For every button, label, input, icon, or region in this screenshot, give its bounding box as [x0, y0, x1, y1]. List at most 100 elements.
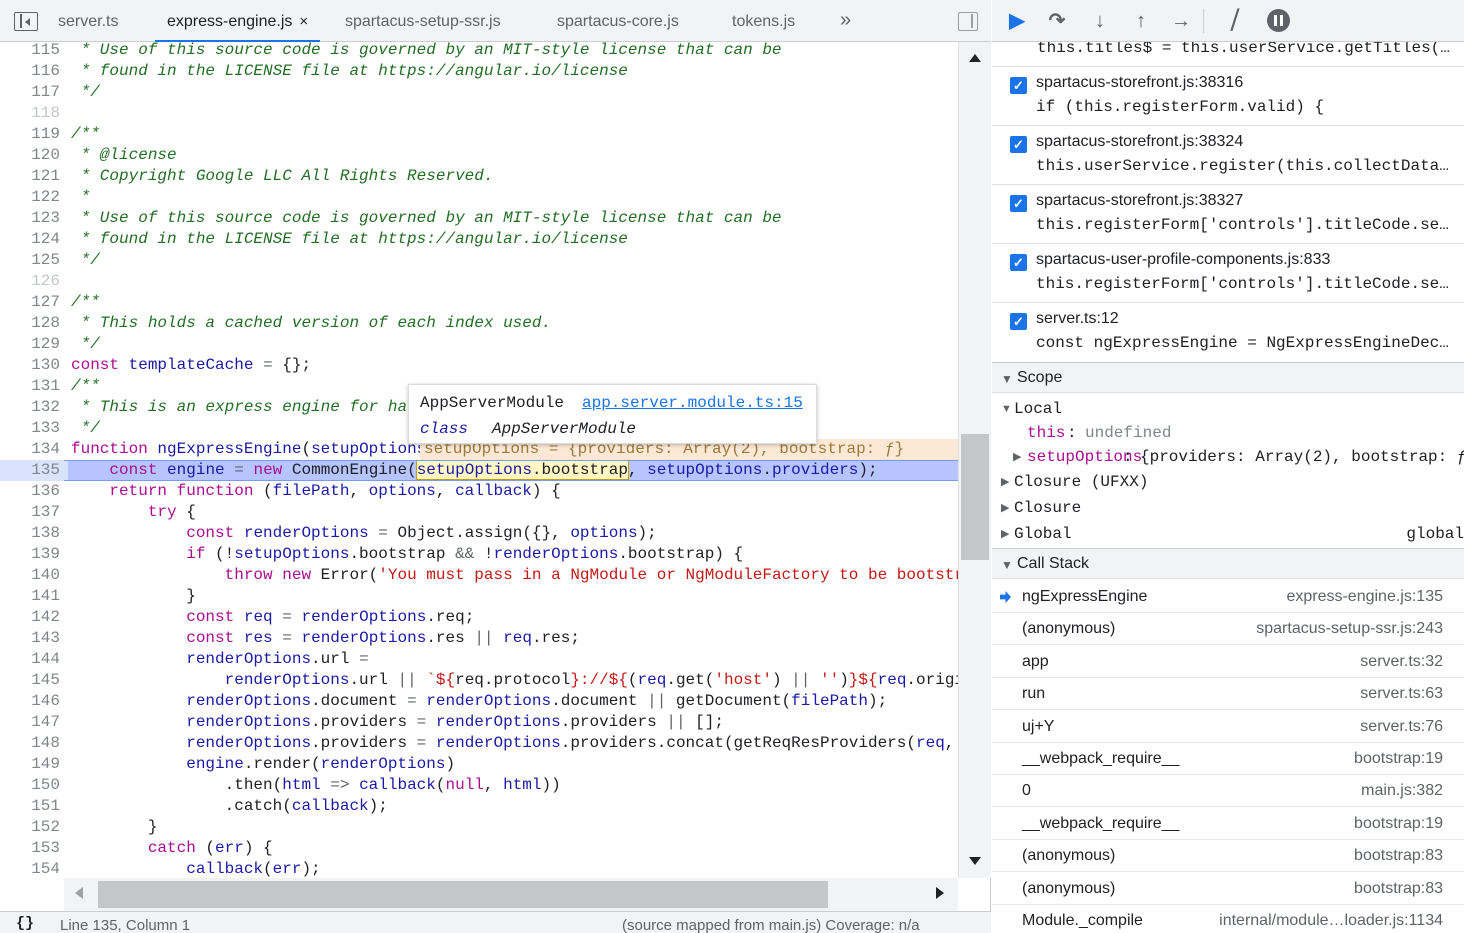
line-number[interactable]: 140	[0, 565, 60, 586]
line-number[interactable]: 123	[0, 208, 60, 229]
line-number[interactable]: 139	[0, 544, 60, 565]
call-frame[interactable]: (anonymous) spartacus-setup-ssr.js:243	[992, 613, 1464, 646]
code-line[interactable]: 119 /**	[0, 124, 958, 145]
scope-global[interactable]: ▶ Global global	[992, 522, 1464, 547]
breakpoint-item[interactable]: ✓ spartacus-storefront.js:38324 this.userS…	[992, 125, 1464, 184]
code-line[interactable]: 142 const req = renderOptions.req;	[0, 607, 958, 628]
checkbox-checked-icon[interactable]: ✓	[1010, 195, 1027, 212]
call-frame[interactable]: __webpack_require__ bootstrap:19	[992, 743, 1464, 775]
code-line[interactable]: 117 */	[0, 82, 958, 103]
line-number[interactable]: 121	[0, 166, 60, 187]
step-over-icon[interactable]: ↷	[1044, 8, 1070, 34]
step-into-icon[interactable]: ↓	[1087, 8, 1113, 34]
call-frame[interactable]: run server.ts:63	[992, 678, 1464, 711]
tab-tokens-js[interactable]: tokens.js	[732, 0, 795, 42]
line-number[interactable]: 150	[0, 775, 60, 796]
scroll-down-icon[interactable]	[969, 857, 981, 865]
scroll-left-icon[interactable]	[75, 887, 83, 899]
code-line[interactable]: 138 const renderOptions = Object.assign(…	[0, 523, 958, 544]
step-out-icon[interactable]: ↑	[1128, 8, 1154, 34]
line-number[interactable]: 119	[0, 124, 60, 145]
code-line[interactable]: 115 * Use of this source code is governe…	[0, 42, 958, 61]
call-frame[interactable]: Module._compile internal/module…loader.js…	[992, 905, 1464, 933]
code-line[interactable]: 144 renderOptions.url =	[0, 649, 958, 670]
horizontal-scrollbar[interactable]	[64, 878, 958, 911]
toggle-navigator-icon[interactable]	[14, 12, 38, 31]
tab-spartacus-setup-ssr-js[interactable]: spartacus-setup-ssr.js	[345, 0, 501, 42]
line-number[interactable]: 127	[0, 292, 60, 313]
code-line[interactable]: 141 }	[0, 586, 958, 607]
code-line[interactable]: 130 const templateCache = {};	[0, 355, 958, 376]
line-number[interactable]: 151	[0, 796, 60, 817]
line-number[interactable]: 148	[0, 733, 60, 754]
step-icon[interactable]: →	[1168, 8, 1194, 34]
code-line[interactable]: 152 }	[0, 817, 958, 838]
scope-closure[interactable]: ▶ Closure	[992, 496, 1464, 521]
line-number[interactable]: 144	[0, 649, 60, 670]
code-line[interactable]: 122 *	[0, 187, 958, 208]
code-line[interactable]: 140 throw new Error('You must pass in a …	[0, 565, 958, 586]
more-tabs-icon[interactable]: »	[840, 9, 851, 32]
code-line[interactable]: 143 const res = renderOptions.res || req…	[0, 628, 958, 649]
scope-setup-options[interactable]: ▶ setupOptions : {providers: Array(2), b…	[992, 445, 1464, 470]
tab-server-ts[interactable]: server.ts	[58, 0, 118, 42]
code-line[interactable]: 124 * found in the LICENSE file at https…	[0, 229, 958, 250]
code-line[interactable]: 150 .then(html => callback(null, html))	[0, 775, 958, 796]
call-frame[interactable]: app server.ts:32	[992, 646, 1464, 678]
line-number[interactable]: 131	[0, 376, 60, 397]
line-number[interactable]: 135	[0, 460, 60, 481]
callstack-section-header[interactable]: ▼ Call Stack	[992, 548, 1464, 579]
code-line[interactable]: 118	[0, 103, 958, 124]
code-line[interactable]: 149 engine.render(renderOptions)	[0, 754, 958, 775]
popover-source-link[interactable]: app.server.module.ts:15	[582, 394, 803, 412]
code-line[interactable]: 121 * Copyright Google LLC All Rights Re…	[0, 166, 958, 187]
code-line[interactable]: 125 */	[0, 250, 958, 271]
line-number[interactable]: 152	[0, 817, 60, 838]
line-number[interactable]: 143	[0, 628, 60, 649]
source-map-info[interactable]: (source mapped from main.js) Coverage: n…	[622, 912, 920, 933]
line-number[interactable]: 116	[0, 61, 60, 82]
line-number[interactable]: 146	[0, 691, 60, 712]
code-line[interactable]: 127 /**	[0, 292, 958, 313]
vertical-scrollbar[interactable]	[958, 42, 991, 878]
breakpoint-item[interactable]: ✓ spartacus-storefront.js:38327 this.regis…	[992, 184, 1464, 243]
code-line[interactable]: 128 * This holds a cached version of eac…	[0, 313, 958, 334]
scope-closure-ufxx[interactable]: ▶ Closure (UFXX)	[992, 470, 1464, 495]
checkbox-checked-icon[interactable]: ✓	[1010, 77, 1027, 94]
code-line[interactable]: 145 renderOptions.url || `${req.protocol…	[0, 670, 958, 691]
tab-express-engine-js[interactable]: express-engine.js ×	[155, 0, 321, 42]
scroll-right-icon[interactable]	[936, 887, 944, 899]
line-number[interactable]: 153	[0, 838, 60, 859]
call-frame[interactable]: (anonymous) bootstrap:83	[992, 840, 1464, 873]
resume-icon[interactable]: ▶	[1004, 8, 1030, 34]
line-number[interactable]: 128	[0, 313, 60, 334]
breakpoint-item[interactable]: ✓ spartacus-storefront.js:38316 if (this.r…	[992, 66, 1464, 125]
close-tab-icon[interactable]: ×	[299, 13, 308, 30]
code-line[interactable]: 136 return function (filePath, options, …	[0, 481, 958, 502]
vertical-scroll-thumb[interactable]	[961, 434, 989, 560]
code-line[interactable]: 153 catch (err) {	[0, 838, 958, 859]
code-line[interactable]: 137 try {	[0, 502, 958, 523]
breakpoint-item[interactable]: ✓ spartacus-user-profile-components.js:83…	[992, 243, 1464, 302]
line-number[interactable]: 126	[0, 271, 60, 292]
tab-spartacus-core-js[interactable]: spartacus-core.js	[557, 0, 679, 42]
line-number[interactable]: 149	[0, 754, 60, 775]
code-line-current[interactable]: 135 const engine = new CommonEngine(setu…	[0, 460, 958, 481]
line-number[interactable]: 147	[0, 712, 60, 733]
code-editor[interactable]: 115 * Use of this source code is governe…	[0, 42, 958, 878]
call-frame[interactable]: (anonymous) bootstrap:83	[992, 873, 1464, 905]
line-number[interactable]: 145	[0, 670, 60, 691]
line-number[interactable]: 130	[0, 355, 60, 376]
code-line[interactable]: 120 * @license	[0, 145, 958, 166]
scope-this[interactable]: this : undefined	[992, 421, 1464, 446]
toggle-debugger-icon[interactable]	[958, 12, 978, 31]
line-number[interactable]: 133	[0, 418, 60, 439]
line-number[interactable]: 124	[0, 229, 60, 250]
code-line[interactable]: 151 .catch(callback);	[0, 796, 958, 817]
horizontal-scroll-thumb[interactable]	[98, 881, 828, 908]
code-line[interactable]: 139 if (!setupOptions.bootstrap && !rend…	[0, 544, 958, 565]
code-line[interactable]: 148 renderOptions.providers = renderOpti…	[0, 733, 958, 754]
line-number[interactable]: 120	[0, 145, 60, 166]
line-number[interactable]: 117	[0, 82, 60, 103]
code-line[interactable]: 123 * Use of this source code is governe…	[0, 208, 958, 229]
